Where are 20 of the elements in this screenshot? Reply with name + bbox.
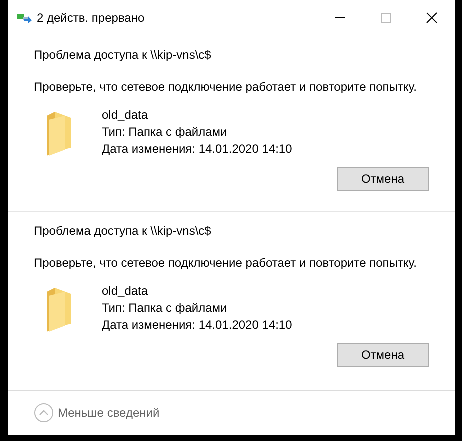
cancel-button[interactable]: Отмена	[337, 167, 429, 191]
error-heading: Проблема доступа к \\kip-vns\c$	[34, 48, 212, 62]
transfer-icon	[17, 12, 33, 24]
chevron-icon	[34, 403, 54, 423]
close-icon	[426, 12, 438, 24]
folder-icon	[45, 288, 73, 332]
folder-icon	[45, 112, 73, 156]
file-type: Тип: Папка с файлами	[102, 301, 228, 316]
maximize-icon	[380, 12, 392, 24]
file-name: old_data	[102, 284, 150, 299]
modified-date: Дата изменения: 14.01.2020 14:10	[102, 142, 292, 157]
less-details-toggle[interactable]: Меньше сведений	[34, 403, 160, 423]
modified-date: Дата изменения: 14.01.2020 14:10	[102, 318, 292, 333]
error-message: Проверьте, что сетевое подключение работает и повторите попытку.	[34, 80, 418, 94]
error-heading: Проблема доступа к \\kip-vns\c$	[34, 224, 212, 238]
file-type: Тип: Папка с файлами	[102, 125, 228, 140]
file-name: old_data	[102, 108, 150, 123]
cancel-button[interactable]: Отмена	[337, 343, 429, 367]
error-message: Проверьте, что сетевое подключение работает и повторите попытку.	[34, 256, 418, 270]
window-title: 2 действ. прервано	[37, 11, 145, 25]
